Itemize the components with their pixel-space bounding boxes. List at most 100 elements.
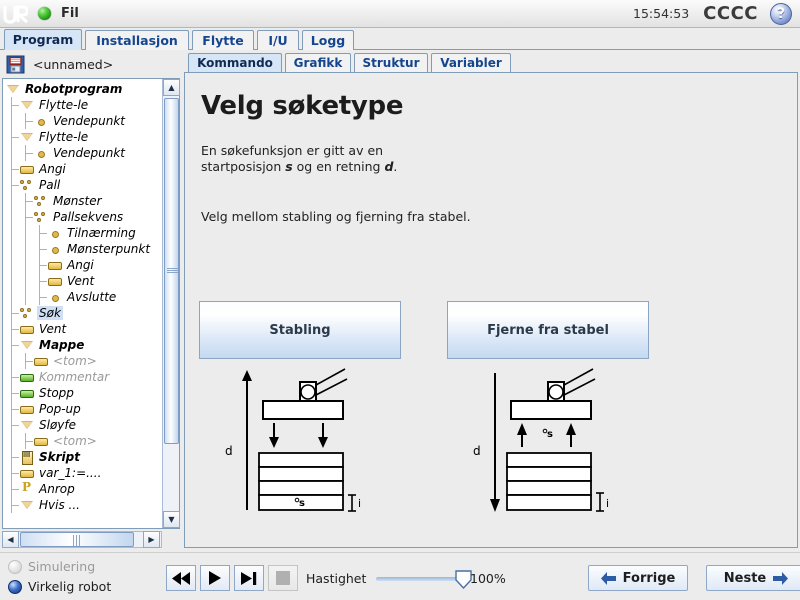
main-tab-installasjon[interactable]: Installasjon	[85, 30, 189, 50]
tree-item-m-nsterpunkt[interactable]: Mønsterpunkt	[5, 241, 162, 257]
sub-tab-struktur[interactable]: Struktur	[354, 53, 428, 72]
arrow-right-icon	[773, 571, 789, 585]
tree-guide	[5, 97, 19, 113]
tree-item-avslutte[interactable]: Avslutte	[5, 289, 162, 305]
fjerne-fra-stabel-button[interactable]: Fjerne fra stabel	[447, 301, 649, 359]
tree-item-pop-up[interactable]: Pop-up	[5, 401, 162, 417]
scroll-thumb-grip-h	[73, 535, 80, 546]
stop-icon	[276, 571, 290, 585]
tree-guide	[19, 353, 33, 369]
tree-item-skript[interactable]: Skript	[5, 449, 162, 465]
tree-item-flytte-le[interactable]: Flytte-le	[5, 129, 162, 145]
tree-item-angi[interactable]: Angi	[5, 257, 162, 273]
file-menu-label[interactable]: Fil	[61, 6, 79, 21]
stop-button[interactable]	[268, 565, 298, 591]
tree-guide	[19, 433, 33, 449]
sub-tab-kommando[interactable]: Kommando	[188, 53, 282, 72]
tree-guide	[5, 449, 19, 465]
scroll-down-button[interactable]: ▼	[163, 511, 180, 528]
tree-item--tom-[interactable]: <tom>	[5, 353, 162, 369]
robot-name: CCCC	[703, 3, 758, 24]
tree-guide	[19, 193, 33, 209]
main-tab-logg[interactable]: Logg	[302, 30, 354, 50]
tree-item-robotprogram[interactable]: Robotprogram	[5, 81, 162, 97]
tree-item-hvis-[interactable]: Hvis ...	[5, 497, 162, 513]
tree-guide	[5, 385, 19, 401]
tree-guide	[5, 177, 19, 193]
tree-horizontal-scrollbar[interactable]: ◀ ▶	[2, 531, 162, 548]
scroll-up-button[interactable]: ▲	[163, 79, 180, 96]
triangle-icon	[19, 98, 34, 112]
scroll-thumb-horizontal[interactable]	[20, 532, 134, 547]
yellow-rect-icon	[47, 258, 62, 272]
tree-item-tiln-rming[interactable]: Tilnærming	[5, 225, 162, 241]
tree-item-vendepunkt[interactable]: Vendepunkt	[5, 145, 162, 161]
main-tab-bar: Program Installasjon Flytte I/U Logg	[0, 28, 800, 50]
scroll-left-button[interactable]: ◀	[2, 531, 19, 548]
tree-guide	[5, 129, 19, 145]
page-title: Velg søketype	[201, 91, 404, 121]
previous-button[interactable]: Forrige	[588, 565, 688, 591]
program-tree[interactable]: Robotprogram Flytte-le Vendepunkt Flytte-le…	[3, 79, 162, 528]
svg-text:d: d	[225, 444, 233, 458]
tree-item-flytte-le[interactable]: Flytte-le	[5, 97, 162, 113]
scroll-thumb-grip	[167, 268, 178, 273]
radio-off-icon[interactable]	[8, 559, 22, 574]
help-icon[interactable]: ?	[770, 2, 792, 25]
tree-item-label: Robotprogram	[25, 82, 123, 96]
play-button[interactable]	[200, 565, 230, 591]
yellow-rect-icon	[33, 434, 48, 448]
main-tab-flytte[interactable]: Flytte	[192, 30, 254, 50]
tree-item-var-1-[interactable]: var_1:=....	[5, 465, 162, 481]
triangle-icon	[5, 82, 20, 96]
tree-item-m-nster[interactable]: Mønster	[5, 193, 162, 209]
sub-tab-variabler[interactable]: Variabler	[431, 53, 511, 72]
sub-tab-grafikk[interactable]: Grafikk	[285, 53, 351, 72]
simulation-radio[interactable]: Simulering	[8, 559, 95, 574]
scroll-thumb-vertical[interactable]	[164, 98, 179, 444]
rewind-button[interactable]	[166, 565, 196, 591]
tree-item-mappe[interactable]: Mappe	[5, 337, 162, 353]
tree-item-anrop[interactable]: Anrop	[5, 480, 162, 497]
tree-item--tom-[interactable]: <tom>	[5, 433, 162, 449]
tree-guide	[33, 225, 47, 241]
dot-icon	[33, 114, 48, 128]
stabling-button[interactable]: Stabling	[199, 301, 401, 359]
tree-item-vendepunkt[interactable]: Vendepunkt	[5, 113, 162, 129]
real-robot-radio[interactable]: Virkelig robot	[8, 579, 111, 594]
speed-slider-track[interactable]	[376, 577, 464, 581]
yellow-rect-icon	[19, 322, 34, 336]
main-tab-program[interactable]: Program	[4, 29, 82, 50]
tree-item-pallsekvens[interactable]: Pallsekvens	[5, 209, 162, 225]
tree-item-kommentar[interactable]: Kommentar	[5, 369, 162, 385]
description-line2-b: og en retning	[292, 159, 385, 174]
tree-guide	[33, 257, 47, 273]
tree-item-vent[interactable]: Vent	[5, 321, 162, 337]
dot-icon	[47, 226, 62, 240]
tree-guide	[19, 289, 33, 305]
main-tab-i-u[interactable]: I/U	[257, 30, 299, 50]
tree-item-s-k[interactable]: Søk	[5, 305, 162, 321]
scroll-right-button[interactable]: ▶	[143, 531, 160, 548]
tree-item-sl-yfe[interactable]: Sløyfe	[5, 417, 162, 433]
tree-item-label: Vendepunkt	[53, 146, 125, 160]
floppy-disk-icon[interactable]	[6, 55, 25, 74]
green-ball-icon[interactable]	[38, 7, 51, 20]
tree-guide	[5, 321, 19, 337]
yellow-rect-icon	[19, 162, 34, 176]
tree-vertical-scrollbar[interactable]: ▲ ▼	[162, 79, 180, 528]
tree-item-label: Pallsekvens	[53, 210, 124, 224]
pallet-icon	[33, 210, 48, 224]
radio-on-icon[interactable]	[8, 579, 22, 594]
next-button[interactable]: Neste	[706, 565, 800, 591]
tree-item-angi[interactable]: Angi	[5, 161, 162, 177]
program-file-row[interactable]: <unnamed>	[2, 52, 180, 76]
tree-guide	[5, 481, 19, 497]
step-button[interactable]	[234, 565, 264, 591]
tree-item-stopp[interactable]: Stopp	[5, 385, 162, 401]
tree-item-vent[interactable]: Vent	[5, 273, 162, 289]
call-icon	[19, 480, 34, 496]
arrow-left-icon	[600, 571, 616, 585]
tree-item-pall[interactable]: Pall	[5, 177, 162, 193]
sub-tab-bar: Kommando Grafikk Struktur Variabler	[184, 52, 798, 72]
